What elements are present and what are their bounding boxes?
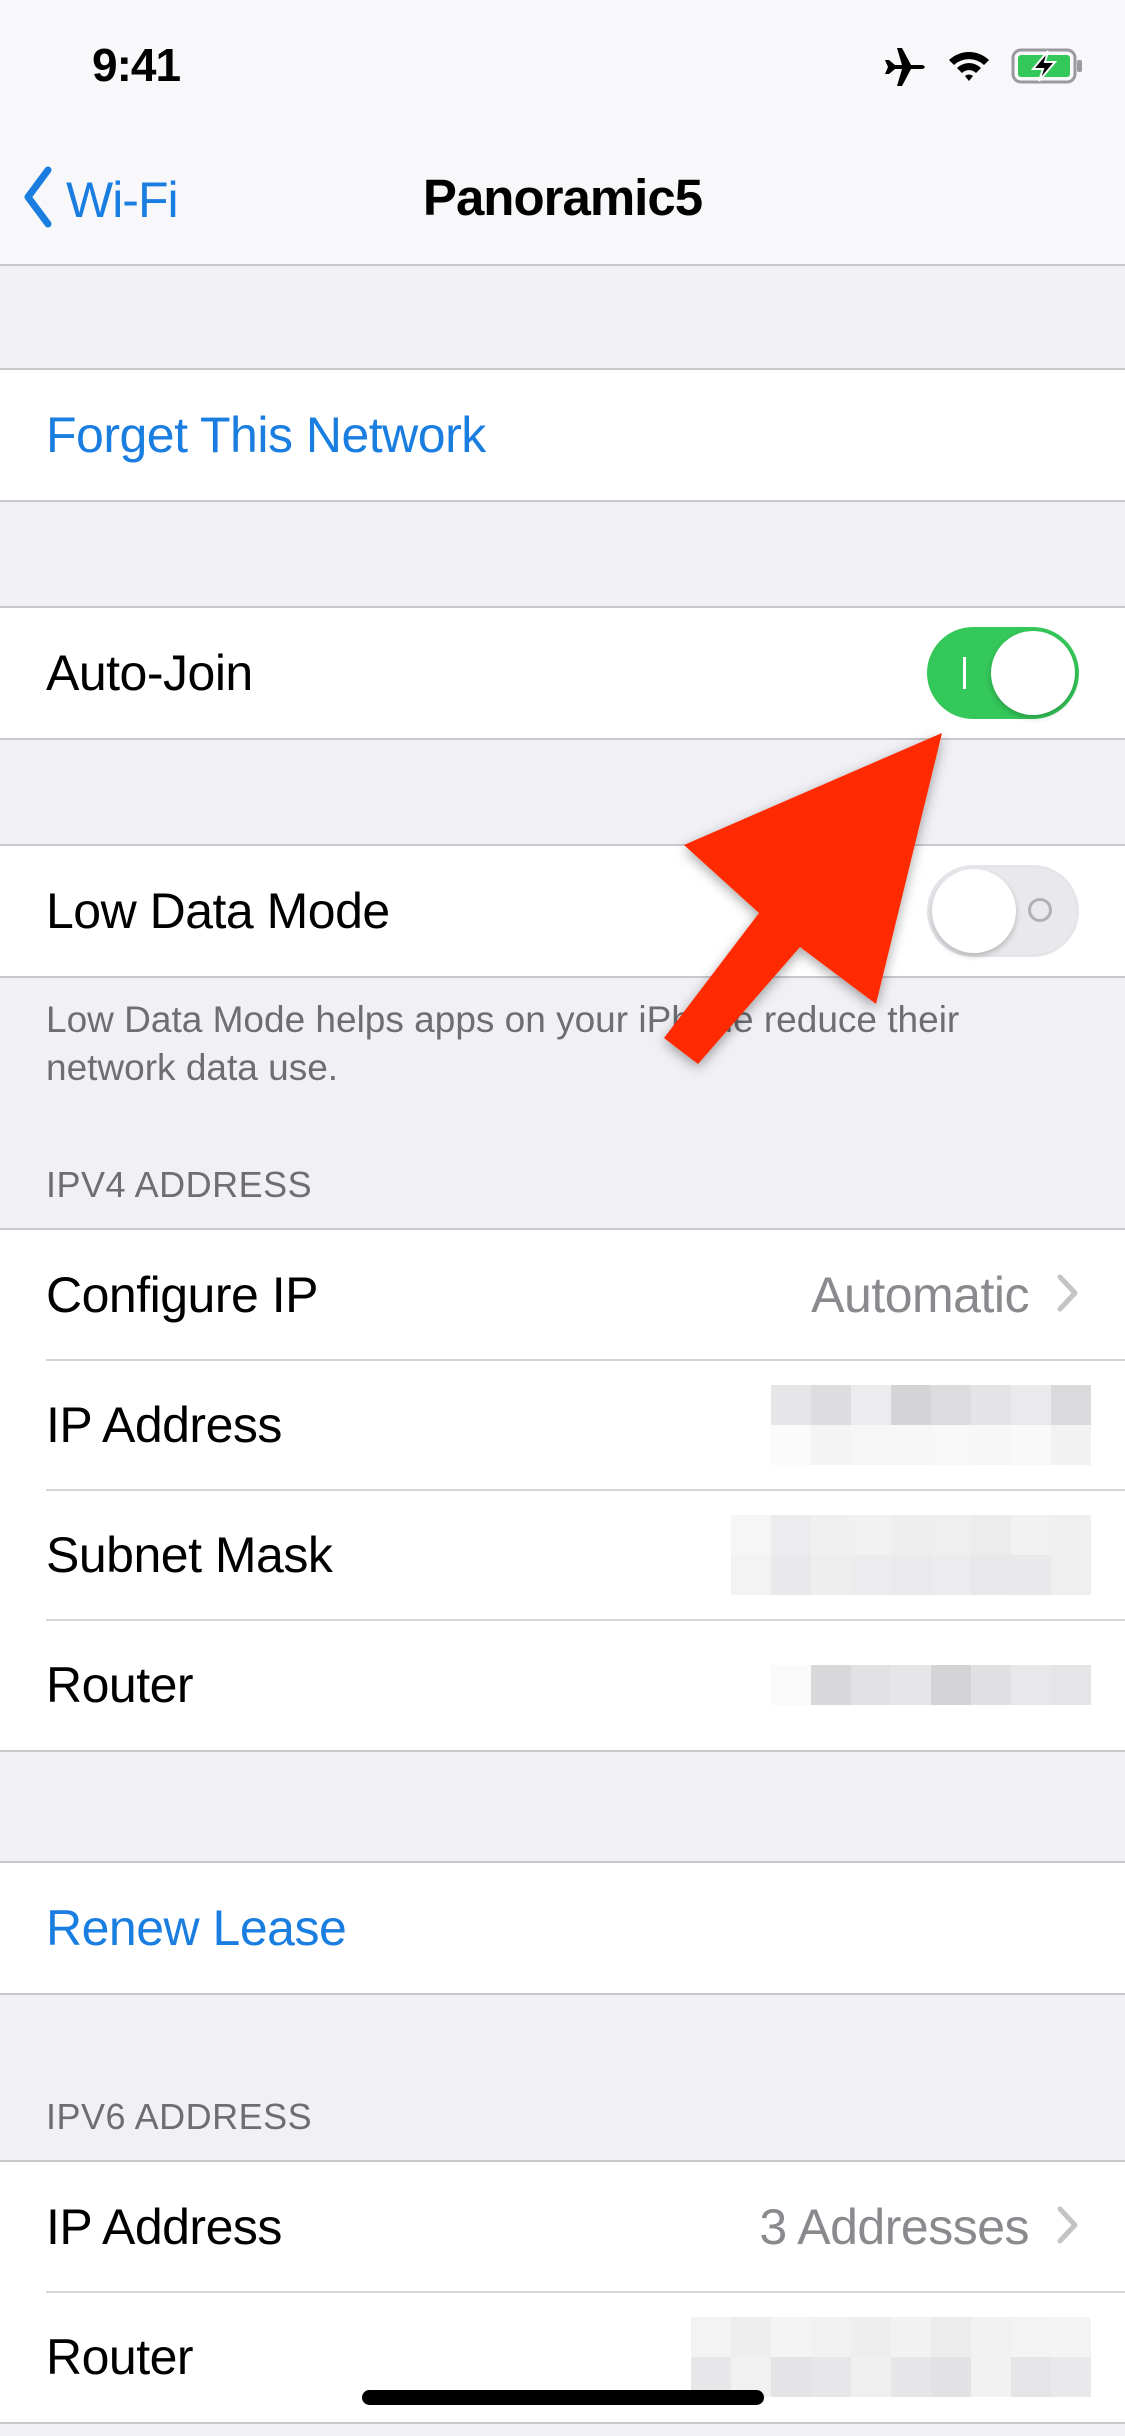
red-arrow-annotation bbox=[664, 733, 942, 1064]
airplane-icon bbox=[883, 46, 927, 91]
subnet-mask-label: Subnet Mask bbox=[46, 1527, 333, 1583]
toggle-on-mark bbox=[963, 657, 966, 689]
renew-lease-label: Renew Lease bbox=[46, 1900, 347, 1956]
auto-join-row: Auto-Join bbox=[0, 608, 1125, 738]
ipv6-group: IP Address 3 Addresses Router bbox=[0, 2160, 1125, 2424]
toggle-knob bbox=[991, 631, 1075, 715]
auto-join-group: Auto-Join bbox=[0, 606, 1125, 740]
low-data-mode-row: Low Data Mode bbox=[0, 846, 1125, 976]
chevron-right-icon bbox=[1029, 2206, 1079, 2249]
redacted-value bbox=[691, 2317, 1091, 2397]
forget-network-label: Forget This Network bbox=[46, 407, 486, 463]
redacted-value bbox=[771, 1665, 1091, 1705]
configure-ip-value: Automatic bbox=[811, 1267, 1029, 1323]
configure-ip-row[interactable]: Configure IP Automatic bbox=[0, 1230, 1125, 1360]
renew-lease-group: Renew Lease bbox=[0, 1861, 1125, 1995]
renew-lease-button[interactable]: Renew Lease bbox=[0, 1863, 1125, 1993]
ipv4-group: Configure IP Automatic IP Address Subnet… bbox=[0, 1228, 1125, 1752]
status-time: 9:41 bbox=[92, 39, 181, 91]
ipv4-router-row: Router bbox=[0, 1619, 1125, 1750]
redacted-value bbox=[771, 1385, 1091, 1465]
ipv6-router-label: Router bbox=[46, 2329, 194, 2385]
toggle-knob bbox=[932, 869, 1016, 953]
low-data-mode-group: Low Data Mode bbox=[0, 844, 1125, 978]
ipv4-ip-address-row: IP Address bbox=[0, 1359, 1125, 1490]
ipv6-ip-address-label: IP Address bbox=[46, 2199, 282, 2255]
ipv4-ip-address-label: IP Address bbox=[46, 1397, 282, 1453]
toggle-off-mark bbox=[1028, 898, 1052, 922]
wifi-icon bbox=[947, 49, 991, 88]
low-data-mode-label: Low Data Mode bbox=[46, 883, 390, 939]
configure-ip-label: Configure IP bbox=[46, 1267, 318, 1323]
navigation-bar: Wi-Fi Panoramic5 bbox=[0, 130, 1125, 266]
ipv4-router-label: Router bbox=[46, 1657, 194, 1713]
auto-join-label: Auto-Join bbox=[46, 645, 253, 701]
ipv4-section-header: IPV4 ADDRESS bbox=[46, 1164, 313, 1205]
auto-join-toggle[interactable] bbox=[927, 627, 1079, 719]
chevron-right-icon bbox=[1029, 1274, 1079, 1317]
page-title: Panoramic5 bbox=[422, 169, 703, 226]
low-data-mode-toggle[interactable] bbox=[927, 865, 1079, 957]
redacted-value bbox=[731, 1515, 1091, 1595]
ipv6-ip-address-row[interactable]: IP Address 3 Addresses bbox=[0, 2162, 1125, 2292]
status-icons bbox=[883, 46, 1085, 90]
low-data-mode-footer: Low Data Mode helps apps on your iPhone … bbox=[46, 999, 960, 1088]
ipv6-ip-address-value: 3 Addresses bbox=[759, 2199, 1029, 2255]
forget-network-button[interactable]: Forget This Network bbox=[0, 370, 1125, 500]
forget-network-group: Forget This Network bbox=[0, 368, 1125, 502]
subnet-mask-row: Subnet Mask bbox=[0, 1489, 1125, 1620]
status-bar: 9:41 bbox=[0, 0, 1125, 130]
ipv6-section-header: IPV6 ADDRESS bbox=[46, 2096, 313, 2137]
home-indicator[interactable] bbox=[362, 2390, 764, 2405]
battery-charging-icon bbox=[1011, 48, 1085, 89]
